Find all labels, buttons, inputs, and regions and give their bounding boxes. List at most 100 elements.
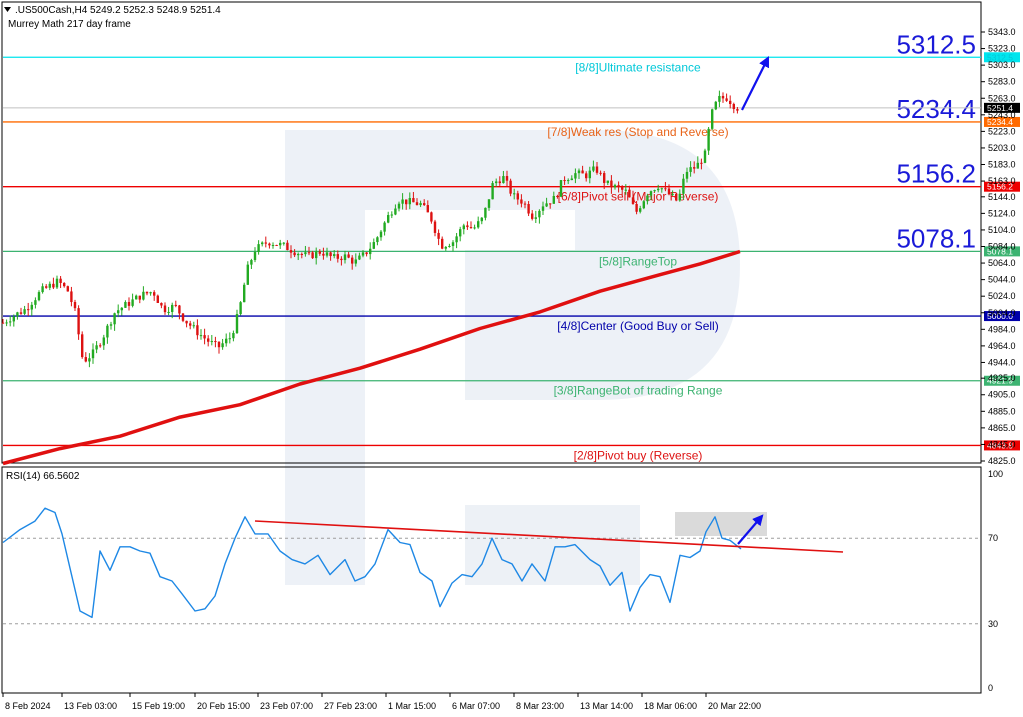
candle-body [505,176,509,181]
candle-body [124,302,127,308]
price-tick-label: 5144.0 [988,192,1016,202]
candle-body [19,312,23,314]
watermark-shape-bottom [465,505,640,585]
candle-body [91,349,95,359]
candle-body [145,291,149,294]
candle-body [253,252,257,261]
candle-body [401,199,404,204]
candle-body [30,304,33,310]
candle-body [217,341,221,348]
candle-body [336,254,339,259]
price-tick-label: 4984.0 [988,324,1016,334]
candle-body [228,338,231,340]
candle-body [88,358,91,362]
rsi-label: RSI(14) 66.5602 [6,471,80,482]
price-tick-label: 5243.0 [988,110,1016,120]
candle-body [671,193,674,195]
candle-body [732,103,735,110]
candle-body [199,335,203,337]
level-label: [3/8]RangeBot of trading Range [554,384,723,398]
candle-body [225,338,228,344]
rsi-highlight-box [675,512,767,536]
candle-body [545,203,548,207]
candle-body [520,199,523,204]
candle-body [567,180,570,182]
candle-body [433,221,437,233]
candle-body [451,242,455,246]
candle-body [484,207,487,218]
time-tick-label: 23 Feb 07:00 [260,701,313,711]
candle-body [711,109,714,129]
candle-body [171,304,174,312]
candle-body [12,316,15,322]
candle-body [714,101,717,110]
price-tick-label: 5183.0 [988,160,1016,170]
candle-body [610,180,613,188]
candle-body [405,199,408,205]
candle-body [736,109,739,111]
candle-body [275,244,278,246]
candle-body [347,254,350,258]
candle-body [430,212,433,222]
candle-body [718,95,721,102]
candle-body [707,128,710,151]
candle-body [491,183,494,200]
time-axis: 8 Feb 2024 13 Feb 03:00 15 Feb 19:00 20 Feb… [2,693,761,711]
candle-body [297,253,300,256]
time-tick-label: 13 Mar 14:00 [580,701,633,711]
candle-body [585,173,588,179]
candle-body [653,190,656,192]
candle-body [142,291,145,300]
price-tick-label: 5323.0 [988,44,1016,54]
candle-body [214,341,217,343]
dropdown-triangle-icon[interactable] [4,7,11,12]
candle-body [127,302,131,306]
candle-body [203,335,206,339]
candle-body [181,313,185,321]
candle-body [387,215,390,223]
indicator-name: Murrey Math 217 day frame [8,19,131,30]
candle-body [376,237,379,243]
candle-body [646,195,649,202]
candle-body [45,286,48,288]
price-tick-label: 5064.0 [988,258,1016,268]
candle-body [239,302,242,315]
candle-body [563,180,566,182]
candle-body [527,204,530,214]
candle-body [448,245,451,247]
price-tick-label: 5104.0 [988,225,1016,235]
symbol-info: .US500Cash,H4 5249.2 5252.3 5248.9 5251.… [15,5,221,16]
level-label: [7/8]Weak res (Stop and Reverse) [547,125,728,139]
candle-body [333,254,336,257]
candle-body [59,278,62,284]
candle-body [322,253,325,256]
forecast-arrows [737,56,769,545]
candle-body [495,181,498,184]
candle-body [16,312,19,317]
candle-body [523,203,527,205]
candle-body [441,238,444,249]
candle-body [664,188,667,190]
candle-body [23,309,26,314]
candle-body [300,253,303,255]
candle-body [66,286,69,292]
candle-body [498,181,501,184]
candle-body [81,334,84,358]
price-tick-label: 5004.0 [988,308,1016,318]
candle-body [383,222,386,232]
candle-body [185,320,188,324]
candle-body [325,252,329,256]
candle-body [70,291,73,303]
price-tick-label: 5263.0 [988,93,1016,103]
candle-body [131,299,134,306]
candle-body [685,171,689,179]
candle-body [682,178,685,194]
candle-body [210,341,213,343]
candle-body [167,311,170,313]
candle-body [34,300,37,305]
candle-body [613,185,617,188]
time-tick-label: 13 Feb 03:00 [64,701,117,711]
candle-body [473,227,476,229]
candle-body [99,345,102,347]
candle-body [415,202,419,206]
